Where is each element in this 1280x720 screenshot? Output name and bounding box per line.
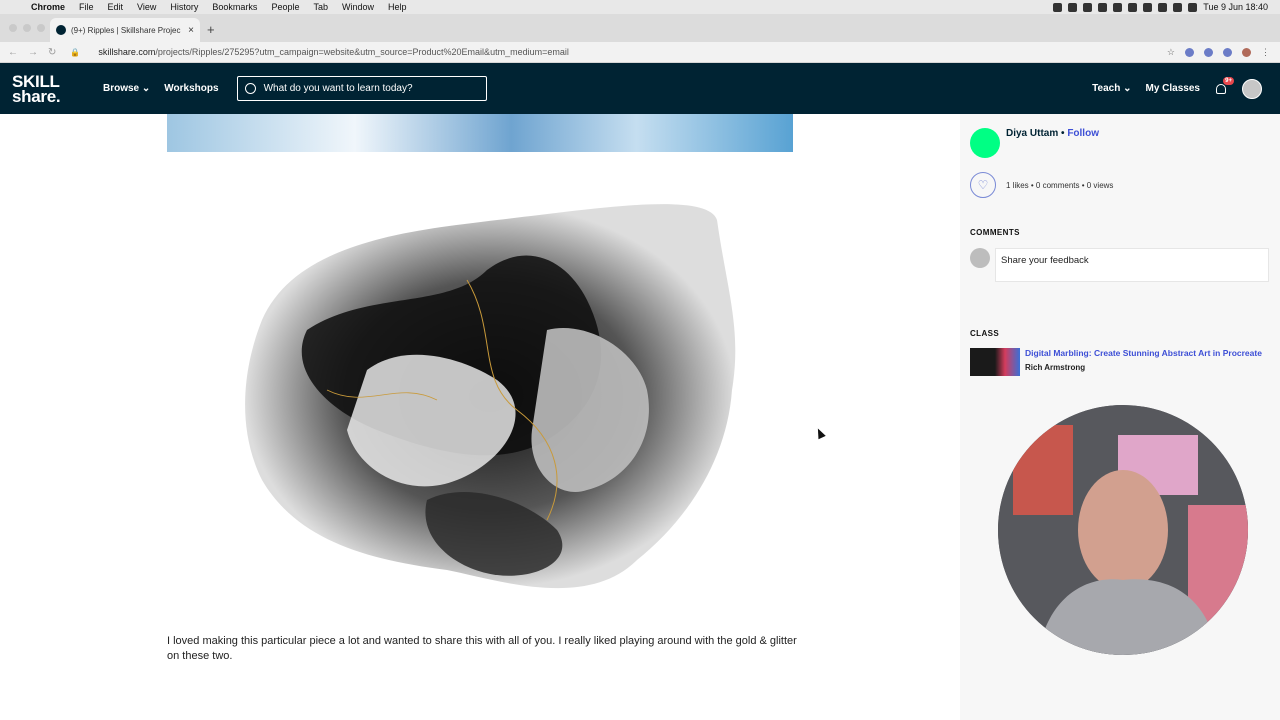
reload-icon[interactable]: ↻ xyxy=(48,47,56,58)
browse-menu[interactable]: Browse ⌄ xyxy=(103,83,150,94)
search-input[interactable]: What do you want to learn today? xyxy=(236,76,487,101)
user-avatar[interactable] xyxy=(1242,78,1262,99)
extension-1-icon[interactable] xyxy=(1185,47,1194,57)
menu-history[interactable]: History xyxy=(170,2,198,12)
chevron-down-icon: ⌄ xyxy=(1123,83,1132,94)
app-icon[interactable] xyxy=(1143,2,1153,12)
menu-dots-icon[interactable]: ⋮ xyxy=(1261,47,1270,58)
class-card[interactable]: Digital Marbling: Create Stunning Abstra… xyxy=(970,348,1262,376)
tab-title: (9+) Ripples | Skillshare Projec xyxy=(71,25,181,35)
browser-tabbar: (9+) Ripples | Skillshare Projec × + xyxy=(0,14,1280,42)
stats-text: 1 likes • 0 comments • 0 views xyxy=(1006,180,1114,190)
bell-shape xyxy=(1216,83,1226,94)
wifi-icon[interactable] xyxy=(1158,2,1168,12)
os-menubar: Chrome File Edit View History Bookmarks … xyxy=(0,0,1280,14)
battery-icon[interactable] xyxy=(1173,2,1183,12)
window-controls xyxy=(9,24,45,32)
follow-link[interactable]: Follow xyxy=(1067,128,1099,139)
project-image-top xyxy=(167,114,793,152)
class-thumbnail[interactable] xyxy=(970,348,1020,376)
status-icons: Tue 9 Jun 18:40 xyxy=(1053,2,1268,12)
menu-help[interactable]: Help xyxy=(388,2,407,12)
close-tab-icon[interactable]: × xyxy=(188,25,194,36)
logo-line2: share. xyxy=(12,86,61,106)
search-spotlight-icon[interactable] xyxy=(1128,2,1138,12)
teach-label: Teach xyxy=(1092,83,1121,94)
comments-heading: COMMENTS xyxy=(970,228,1020,237)
menu-tab[interactable]: Tab xyxy=(313,2,328,12)
address-bar: ← → ↻ 🔒 skillshare.com/projects/Ripples/… xyxy=(0,42,1280,63)
class-title[interactable]: Digital Marbling: Create Stunning Abstra… xyxy=(1025,348,1262,358)
location-icon[interactable] xyxy=(1053,2,1063,12)
translate-icon[interactable] xyxy=(1204,47,1213,57)
back-icon[interactable]: ← xyxy=(8,47,18,58)
author-row: Diya Uttam • Follow xyxy=(970,128,1099,158)
author-avatar[interactable] xyxy=(970,128,1000,158)
dropbox-icon[interactable] xyxy=(1068,2,1078,12)
zoom-window-icon[interactable] xyxy=(37,24,45,32)
class-heading: CLASS xyxy=(970,329,1000,338)
lock-icon[interactable]: 🔒 xyxy=(70,48,80,57)
bookmark-star-icon[interactable]: ☆ xyxy=(1167,47,1175,58)
workshops-link[interactable]: Workshops xyxy=(164,83,218,94)
notifications-bell-icon[interactable]: 9+ xyxy=(1214,76,1234,96)
menu-view[interactable]: View xyxy=(137,2,156,12)
author-name-line: Diya Uttam • Follow xyxy=(1006,128,1099,139)
teach-menu[interactable]: Teach ⌄ xyxy=(1092,83,1131,94)
marbling-artwork-image xyxy=(245,204,736,589)
forward-icon[interactable]: → xyxy=(28,47,38,58)
comment-input[interactable]: Share your feedback xyxy=(995,248,1269,282)
menu-people[interactable]: People xyxy=(271,2,299,12)
volume-icon[interactable] xyxy=(1188,2,1198,12)
grid-icon[interactable] xyxy=(1098,2,1108,12)
author-name[interactable]: Diya Uttam xyxy=(1006,128,1058,139)
script-icon[interactable] xyxy=(1083,2,1093,12)
clock-text: Tue 9 Jun 18:40 xyxy=(1203,2,1268,12)
search-placeholder: What do you want to learn today? xyxy=(263,83,413,94)
extension-2-icon[interactable] xyxy=(1223,47,1232,57)
webcam-overlay xyxy=(998,405,1248,655)
class-author[interactable]: Rich Armstrong xyxy=(1025,363,1262,372)
my-classes-link[interactable]: My Classes xyxy=(1146,83,1200,94)
chevron-down-icon: ⌄ xyxy=(141,83,151,94)
new-tab-icon[interactable]: + xyxy=(207,22,215,37)
mouse-cursor xyxy=(814,426,826,440)
project-caption: I loved making this particular piece a l… xyxy=(167,635,797,662)
url-path: /projects/Ripples/275295?utm_campaign=we… xyxy=(155,47,569,57)
site-header: SKILL share. Browse ⌄ Workshops What do … xyxy=(0,63,1280,114)
search-icon xyxy=(244,83,256,94)
browse-label: Browse xyxy=(103,83,140,94)
url-domain: skillshare.com xyxy=(98,47,156,57)
menu-bookmarks[interactable]: Bookmarks xyxy=(212,2,257,12)
minimize-window-icon[interactable] xyxy=(23,24,31,32)
menu-edit[interactable]: Edit xyxy=(108,2,124,12)
menu-file[interactable]: File xyxy=(79,2,94,12)
browser-tab[interactable]: (9+) Ripples | Skillshare Projec × xyxy=(50,18,200,42)
url-field[interactable]: skillshare.com/projects/Ripples/275295?u… xyxy=(98,47,568,57)
close-window-icon[interactable] xyxy=(9,24,17,32)
stats-row: ♡ 1 likes • 0 comments • 0 views xyxy=(970,172,1113,198)
heart-icon[interactable]: ♡ xyxy=(970,172,996,198)
commenter-avatar xyxy=(970,248,990,268)
menu-window[interactable]: Window xyxy=(342,2,374,12)
favicon-icon xyxy=(56,25,66,35)
menu-app-name[interactable]: Chrome xyxy=(31,2,65,12)
profile-icon[interactable] xyxy=(1242,47,1251,57)
skillshare-logo[interactable]: SKILL share. xyxy=(12,73,78,106)
notification-badge: 9+ xyxy=(1223,76,1234,85)
pen-icon[interactable] xyxy=(1113,2,1123,12)
